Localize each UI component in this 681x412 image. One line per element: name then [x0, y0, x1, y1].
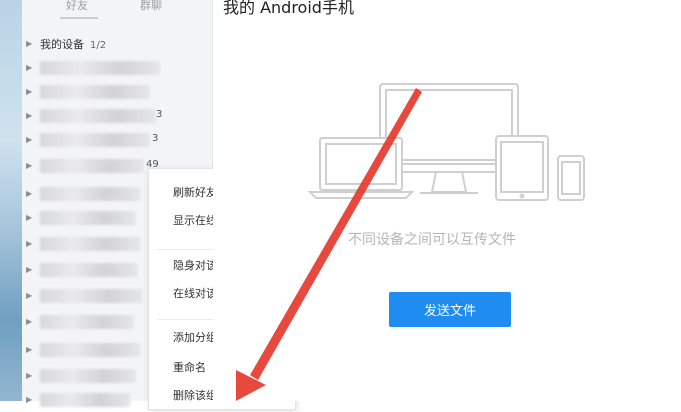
page-title: 我的 Android手机 — [223, 0, 354, 17]
chevron-right-icon: ▶ — [26, 111, 33, 120]
blurred-group-name — [40, 133, 150, 147]
chevron-right-icon: ▶ — [26, 291, 33, 300]
device-detail-pane: 我的 Android手机 不同设备之间可以互传文件 发送文件 — [213, 0, 681, 401]
group-title: 我的设备 1/2 — [40, 38, 107, 51]
blurred-count-fragment: 3 — [152, 133, 159, 144]
blurred-group-name — [40, 237, 140, 251]
blurred-group-name — [40, 343, 140, 357]
blurred-group-name — [40, 109, 156, 123]
phone-icon — [557, 155, 585, 201]
tab-groups[interactable]: 群聊 — [140, 0, 162, 13]
blurred-group-name — [40, 85, 150, 99]
active-tab-indicator — [60, 17, 98, 19]
devices-illustration — [308, 83, 585, 201]
blurred-group-name — [40, 159, 144, 173]
group-row[interactable]: ▶ 3 — [22, 130, 212, 152]
desktop-background — [0, 0, 22, 401]
blurred-group-name — [40, 61, 160, 75]
chevron-right-icon: ▶ — [26, 265, 33, 274]
menu-item-rename[interactable]: 重命名 — [173, 359, 206, 375]
tablet-icon — [495, 135, 549, 201]
group-count: 1/2 — [90, 40, 107, 51]
blurred-group-name — [40, 369, 136, 383]
blurred-group-name — [40, 263, 138, 277]
blurred-group-name — [40, 211, 136, 225]
group-row[interactable]: ▶ — [22, 58, 212, 80]
feature-tagline: 不同设备之间可以互传文件 — [348, 232, 516, 248]
group-row-my-devices[interactable]: ▶ 我的设备 1/2 — [22, 34, 212, 56]
chevron-right-icon: ▶ — [26, 371, 33, 380]
chevron-right-icon: ▶ — [26, 87, 33, 96]
chevron-right-icon: ▶ — [26, 345, 33, 354]
chevron-right-icon: ▶ — [26, 161, 33, 170]
chevron-right-icon: ▶ — [26, 63, 33, 72]
blurred-count-fragment: 3 — [156, 109, 163, 120]
laptop-icon — [308, 137, 415, 199]
group-row[interactable]: ▶ 3 — [22, 106, 212, 128]
sidebar-tabs: 好友 群聊 — [22, 0, 212, 22]
chevron-right-icon: ▶ — [26, 39, 33, 48]
menu-item-add-group[interactable]: 添加分组 — [173, 329, 217, 345]
blurred-group-name — [40, 315, 134, 329]
blurred-group-name — [40, 289, 142, 303]
chevron-right-icon: ▶ — [26, 317, 33, 326]
send-file-button[interactable]: 发送文件 — [389, 292, 511, 327]
chevron-right-icon: ▶ — [26, 189, 33, 198]
tab-friends[interactable]: 好友 — [66, 0, 88, 13]
group-row[interactable]: ▶ — [22, 82, 212, 104]
blurred-group-name — [40, 187, 140, 201]
chevron-right-icon: ▶ — [26, 213, 33, 222]
chevron-right-icon: ▶ — [26, 135, 33, 144]
blurred-group-name — [40, 393, 130, 407]
chevron-right-icon: ▶ — [26, 239, 33, 248]
chevron-right-icon: ▶ — [26, 395, 33, 404]
